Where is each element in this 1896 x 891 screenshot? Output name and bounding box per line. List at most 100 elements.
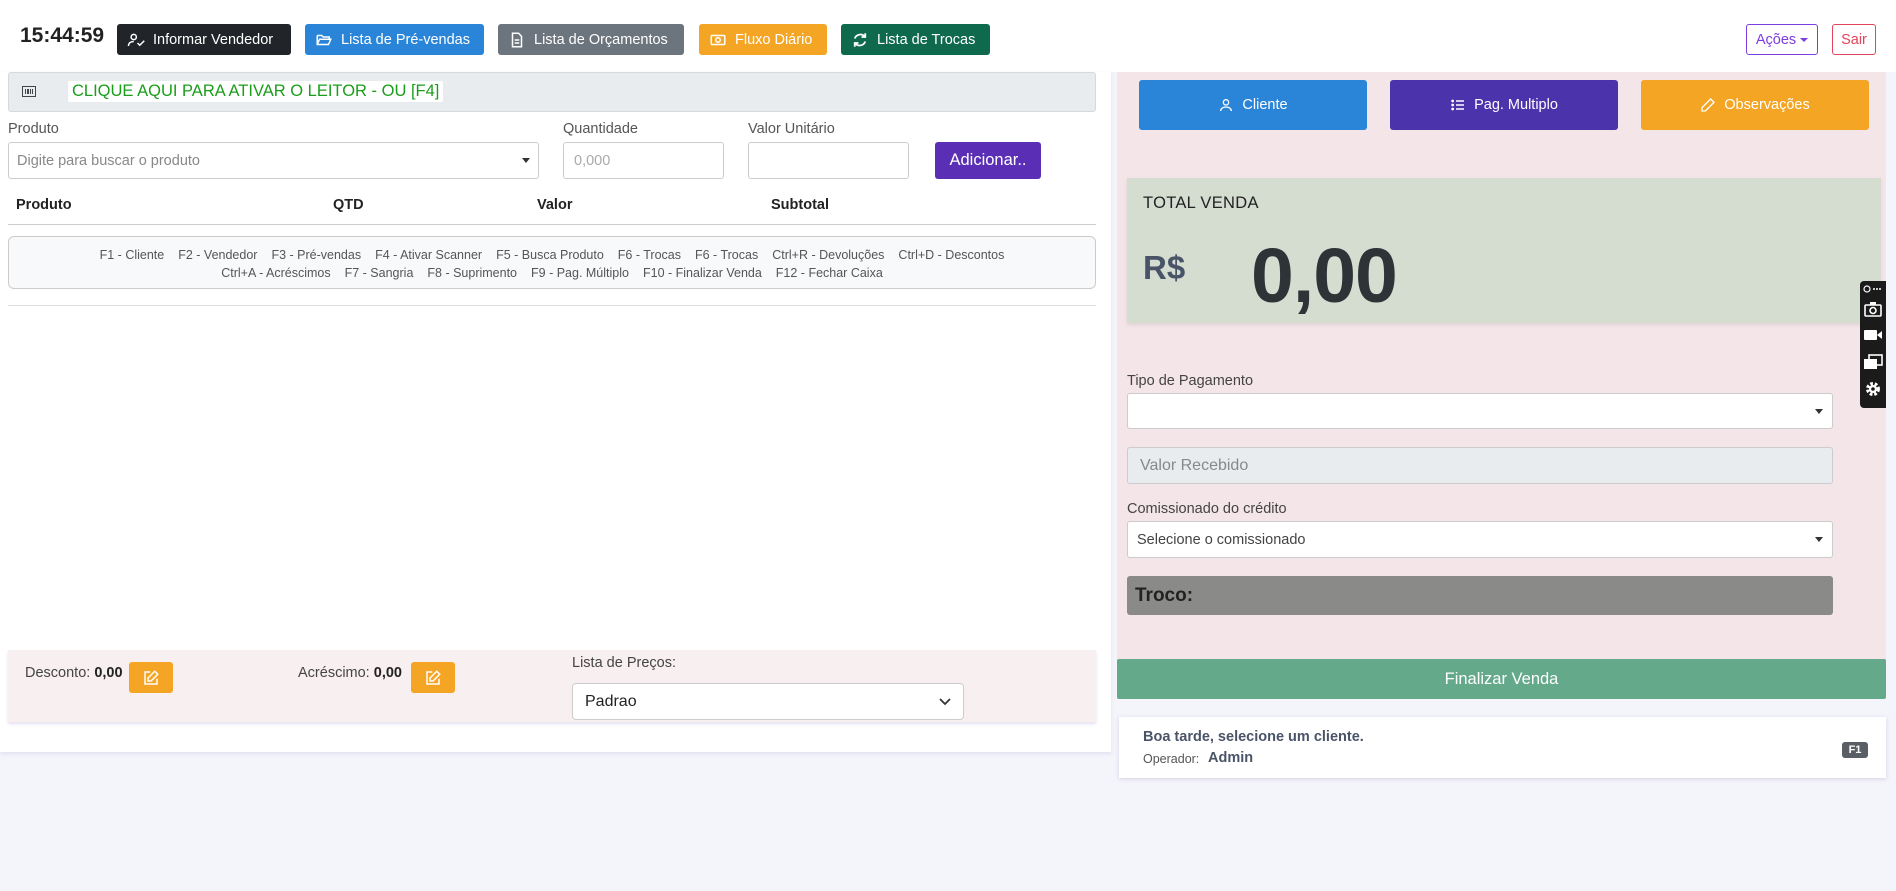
quantidade-label: Quantidade xyxy=(563,121,638,137)
cliente-button[interactable]: Cliente xyxy=(1139,80,1367,130)
finalizar-venda-button[interactable]: Finalizar Venda xyxy=(1117,659,1886,699)
observacoes-button[interactable]: Observações xyxy=(1641,80,1869,130)
column-header-produto: Produto xyxy=(16,197,72,213)
currency-symbol: R$ xyxy=(1143,249,1186,286)
total-venda-label: TOTAL VENDA xyxy=(1143,194,1259,212)
camera-icon[interactable] xyxy=(1863,300,1883,318)
lista-trocas-label: Lista de Trocas xyxy=(877,31,976,48)
adicionar-button[interactable]: Adicionar.. xyxy=(935,142,1041,179)
valor-unitario-input[interactable] xyxy=(748,142,909,179)
edit-icon xyxy=(144,669,159,685)
acoes-dropdown-button[interactable]: Ações xyxy=(1746,24,1818,55)
comissionado-select[interactable]: Selecione o comissionado xyxy=(1127,521,1833,558)
acoes-label: Ações xyxy=(1755,31,1797,48)
comissionado-label: Comissionado do crédito xyxy=(1127,501,1287,517)
fluxo-diario-button[interactable]: Fluxo Diário xyxy=(699,24,827,55)
keyboard-shortcuts-help: F1 - Cliente F2 - Vendedor F3 - Pré-vendas… xyxy=(8,236,1096,289)
valor-recebido-input[interactable]: Valor Recebido xyxy=(1127,447,1833,484)
acrescimo-label: Acréscimo: xyxy=(298,665,370,681)
pag-multiplo-button[interactable]: Pag. Multiplo xyxy=(1390,80,1618,130)
shortcut-item: F6 - Trocas xyxy=(695,248,759,262)
column-header-subtotal: Subtotal xyxy=(771,197,829,213)
gear-icon[interactable] xyxy=(1863,380,1883,398)
column-header-valor: Valor xyxy=(537,197,573,213)
shortcut-item: F7 - Sangria xyxy=(344,266,414,280)
user-check-icon xyxy=(127,33,145,46)
shortcut-item: F1 - Cliente xyxy=(99,248,165,262)
link-more-icon[interactable] xyxy=(1863,284,1883,294)
chevron-down-icon xyxy=(1815,537,1823,542)
shortcut-key-badge: F1 xyxy=(1842,742,1868,758)
tipo-pagamento-label: Tipo de Pagamento xyxy=(1127,373,1254,389)
informar-vendedor-button[interactable]: Informar Vendedor xyxy=(117,24,291,55)
tipo-pagamento-select[interactable] xyxy=(1127,393,1833,429)
pag-multiplo-label: Pag. Multiplo xyxy=(1474,97,1558,113)
user-icon xyxy=(1220,99,1233,112)
shortcut-item: F10 - Finalizar Venda xyxy=(642,266,762,280)
clock: 15:44:59 xyxy=(20,24,105,47)
document-icon xyxy=(511,32,523,47)
total-venda-value: 0,00 xyxy=(1251,233,1398,319)
lista-trocas-button[interactable]: Lista de Trocas xyxy=(841,24,990,55)
windows-icon[interactable] xyxy=(1863,353,1883,371)
troco-display: Troco: xyxy=(1127,576,1833,615)
lista-orcamentos-label: Lista de Orçamentos xyxy=(534,31,668,48)
lista-precos-select[interactable]: Padrao xyxy=(572,683,964,720)
table-header-divider xyxy=(8,224,1096,225)
shortcut-item: F12 - Fechar Caixa xyxy=(775,266,883,280)
produto-placeholder: Digite para buscar o produto xyxy=(17,152,200,169)
shortcuts-line-2: Ctrl+A - Acréscimos F7 - Sangria F8 - Supr… xyxy=(9,264,1095,282)
produto-search-select[interactable]: Digite para buscar o produto xyxy=(8,142,539,179)
chevron-down-icon xyxy=(939,697,951,705)
valor-recebido-placeholder: Valor Recebido xyxy=(1140,456,1249,474)
lista-prevendas-label: Lista de Pré-vendas xyxy=(341,31,470,48)
shortcut-item: F8 - Suprimento xyxy=(427,266,518,280)
folder-open-icon xyxy=(316,34,332,45)
status-message-box xyxy=(1119,717,1886,778)
refresh-icon xyxy=(853,32,867,47)
barcode-icon xyxy=(22,86,36,97)
fluxo-diario-label: Fluxo Diário xyxy=(735,31,813,48)
shortcut-item: F5 - Busca Produto xyxy=(496,248,604,262)
desconto-value: 0,00 xyxy=(94,665,123,681)
comissionado-value: Selecione o comissionado xyxy=(1137,531,1306,548)
shortcut-item: F4 - Ativar Scanner xyxy=(375,248,483,262)
observacoes-label: Observações xyxy=(1724,97,1810,113)
payment-panel xyxy=(1117,72,1886,662)
edit-icon xyxy=(426,669,441,685)
shortcut-item: Ctrl+A - Acréscimos xyxy=(221,266,331,280)
status-message: Boa tarde, selecione um cliente. xyxy=(1143,729,1364,745)
lista-precos-value: Padrao xyxy=(585,692,637,710)
items-area-divider xyxy=(8,305,1096,306)
valor-unitario-label: Valor Unitário xyxy=(748,121,835,137)
informar-vendedor-label: Informar Vendedor xyxy=(153,31,274,48)
edit-desconto-button[interactable] xyxy=(129,662,173,693)
acrescimo-summary: Acréscimo: 0,00 xyxy=(298,665,402,681)
sair-button[interactable]: Sair xyxy=(1832,24,1876,55)
troco-label: Troco: xyxy=(1135,584,1194,606)
shortcut-item: F3 - Pré-vendas xyxy=(271,248,362,262)
shortcut-item: F2 - Vendedor xyxy=(178,248,258,262)
lista-prevendas-button[interactable]: Lista de Pré-vendas xyxy=(305,24,484,55)
pencil-icon xyxy=(1701,98,1716,112)
desconto-summary: Desconto: 0,00 xyxy=(25,665,123,681)
lista-precos-label: Lista de Preços: xyxy=(572,655,676,671)
video-icon[interactable] xyxy=(1863,326,1883,344)
shortcuts-line-1: F1 - Cliente F2 - Vendedor F3 - Pré-vendas… xyxy=(9,246,1095,264)
chevron-down-icon xyxy=(1800,37,1809,42)
operador-label: Operador: xyxy=(1143,752,1200,766)
quantidade-input[interactable]: 0,000 xyxy=(563,142,724,179)
shortcut-item: Ctrl+D - Descontos xyxy=(898,248,1005,262)
edit-acrescimo-button[interactable] xyxy=(411,662,455,693)
shortcut-item: Ctrl+R - Devoluções xyxy=(772,248,885,262)
chevron-down-icon xyxy=(1815,409,1823,414)
shortcut-item: F9 - Pag. Múltiplo xyxy=(531,266,629,280)
acrescimo-value: 0,00 xyxy=(373,665,402,681)
produto-label: Produto xyxy=(8,121,59,137)
column-header-qtd: QTD xyxy=(333,197,364,213)
cliente-label: Cliente xyxy=(1242,97,1288,113)
scanner-activation-text[interactable]: CLIQUE AQUI PARA ATIVAR O LEITOR - OU [F… xyxy=(68,81,444,102)
lista-orcamentos-button[interactable]: Lista de Orçamentos xyxy=(498,24,684,55)
money-icon xyxy=(710,34,726,45)
desconto-label: Desconto: xyxy=(25,665,91,681)
